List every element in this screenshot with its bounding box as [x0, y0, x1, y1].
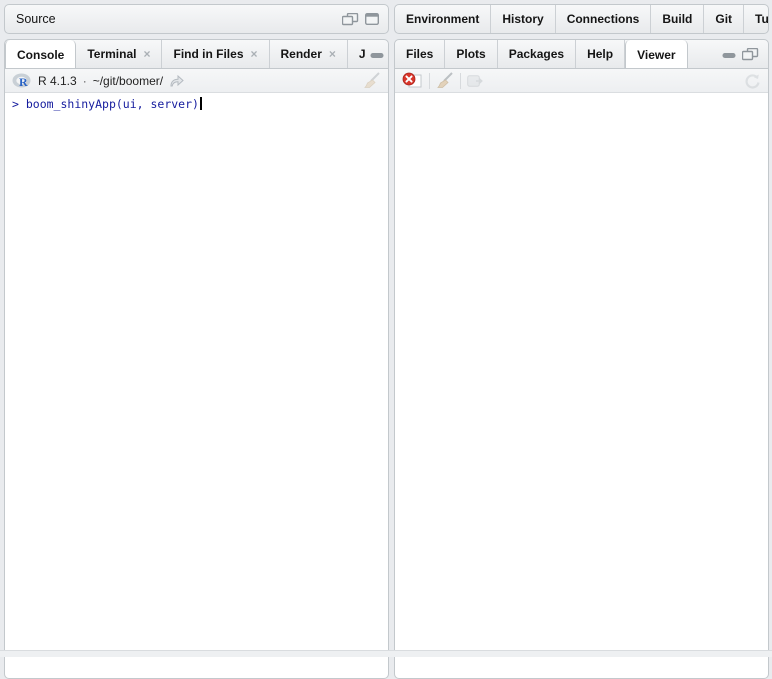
viewer-toolbar	[395, 69, 768, 93]
tab-packages[interactable]: Packages	[498, 40, 577, 68]
text-cursor	[199, 97, 202, 110]
tab-label: Console	[17, 47, 65, 62]
clear-console-broom-icon[interactable]	[363, 72, 381, 89]
tab-tutorial-truncated[interactable]: Tutor	[744, 5, 769, 33]
tab-label: Terminal	[87, 47, 137, 61]
tab-label: J	[358, 47, 366, 61]
viewer-tabbar: Files Plots Packages Help Viewer	[394, 39, 769, 69]
separator-dot: ·	[82, 73, 87, 88]
goto-directory-arrow-icon[interactable]	[169, 74, 184, 87]
left-column: Source Console Terminal × Find in Files …	[4, 4, 389, 679]
minimize-pane-icon[interactable]	[722, 48, 736, 60]
restore-panes-icon[interactable]	[342, 12, 359, 26]
window-bottom-edge	[0, 650, 772, 657]
tab-label: Tutor	[755, 12, 769, 26]
tab-label: Plots	[456, 47, 486, 61]
tab-console[interactable]: Console	[5, 40, 77, 68]
tab-label: Files	[406, 47, 434, 61]
source-pane-header[interactable]: Source	[4, 4, 389, 34]
source-pane-title: Source	[16, 12, 56, 26]
refresh-icon	[744, 73, 761, 89]
tab-jobs-truncated[interactable]: J	[348, 40, 366, 68]
tab-terminal[interactable]: Terminal ×	[76, 40, 163, 68]
tab-files[interactable]: Files	[395, 40, 446, 68]
tab-history[interactable]: History	[491, 5, 556, 33]
viewer-pane	[394, 69, 769, 679]
console-toolbar: R R 4.1.3 · ~/git/boomer/	[5, 69, 388, 93]
tab-label: Connections	[566, 12, 640, 26]
svg-text:R: R	[19, 75, 28, 88]
tab-environment[interactable]: Environment	[395, 5, 492, 33]
tab-label: Render	[280, 47, 322, 61]
r-logo-icon: R	[12, 73, 31, 88]
tab-help[interactable]: Help	[576, 40, 626, 68]
tab-viewer[interactable]: Viewer	[625, 40, 688, 68]
viewer-content[interactable]	[395, 93, 768, 677]
right-column: Environment History Connections Build Gi…	[394, 4, 769, 679]
minimize-pane-icon[interactable]	[370, 48, 384, 60]
tab-label: Find in Files	[173, 47, 244, 61]
tab-label: History	[502, 12, 544, 26]
tab-label: Environment	[406, 12, 480, 26]
console-tabbar: Console Terminal × Find in Files × Rende…	[4, 39, 389, 69]
tab-plots[interactable]: Plots	[445, 40, 498, 68]
console-prompt: >	[12, 97, 19, 111]
export-icon	[467, 74, 484, 88]
tab-build[interactable]: Build	[651, 5, 705, 33]
console-command: boom_shinyApp(ui, server)	[18, 97, 199, 111]
tab-git[interactable]: Git	[704, 5, 745, 33]
maximize-pane-icon[interactable]	[365, 13, 379, 25]
clear-all-broom-icon[interactable]	[436, 72, 454, 89]
tab-label: Viewer	[637, 47, 676, 62]
tab-render[interactable]: Render ×	[270, 40, 348, 68]
r-version-label: R 4.1.3	[38, 73, 77, 88]
console-output[interactable]: > boom_shinyApp(ui, server)	[5, 93, 388, 111]
close-icon[interactable]: ×	[251, 48, 258, 60]
close-icon[interactable]: ×	[143, 48, 150, 60]
tab-label: Build	[662, 12, 693, 26]
tab-label: Help	[587, 47, 614, 61]
tab-connections[interactable]: Connections	[556, 5, 652, 33]
discard-viewer-item-icon[interactable]	[402, 72, 423, 89]
tab-label: Packages	[508, 47, 565, 61]
tab-find-in-files[interactable]: Find in Files ×	[162, 40, 270, 68]
console-pane: R R 4.1.3 · ~/git/boomer/ > boom_shinyAp…	[4, 69, 389, 679]
working-directory-label: ~/git/boomer/	[92, 73, 164, 88]
tab-label: Git	[715, 12, 733, 26]
restore-panes-icon[interactable]	[742, 47, 759, 61]
close-icon[interactable]: ×	[329, 48, 336, 60]
environment-tabbar: Environment History Connections Build Gi…	[394, 4, 769, 34]
